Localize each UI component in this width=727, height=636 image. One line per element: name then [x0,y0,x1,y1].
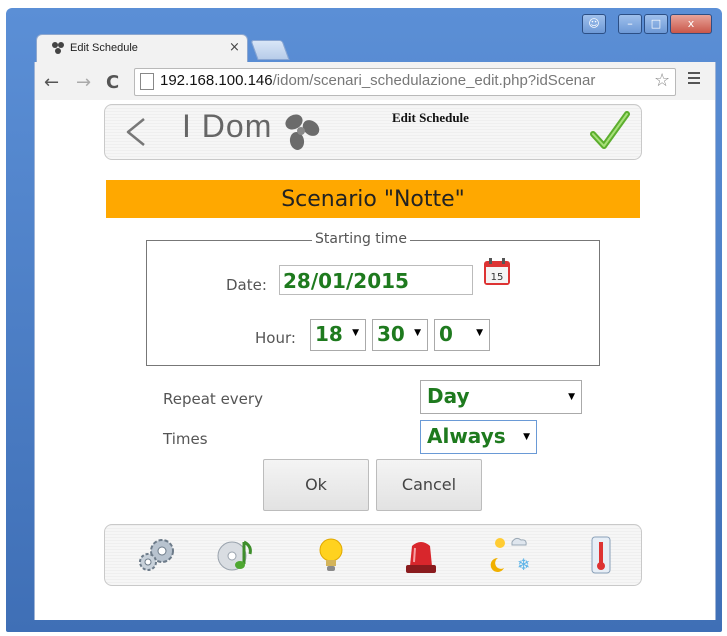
repeat-select[interactable]: Day ▼ [420,380,582,414]
page-title: Edit Schedule [392,110,469,125]
starting-time-legend: Starting time [312,231,410,247]
scenario-banner: Scenario "Notte" [106,180,640,218]
forward-button[interactable]: → [76,72,91,93]
repeat-value: Day [427,384,470,408]
thermometer-icon[interactable] [580,534,622,576]
date-input[interactable]: 28/01/2015 [279,265,473,295]
idom-logo: I Dom [182,108,272,145]
browser-tab[interactable] [36,34,248,63]
gears-icon[interactable] [136,534,178,576]
idom-favicon-icon [52,42,64,54]
ok-button[interactable]: Ok [263,459,369,511]
minute-value: 30 [377,322,405,346]
url-text[interactable]: 192.168.100.146/idom/scenari_schedulazio… [160,72,655,89]
calendar-icon[interactable]: 15 [482,257,512,287]
times-label: Times [163,430,208,448]
dropdown-arrow-icon: ▼ [523,432,530,442]
page-icon [140,73,154,90]
new-tab-button[interactable] [250,40,290,60]
date-label: Date: [226,276,267,294]
scenario-title: Scenario "Notte" [281,187,465,212]
dropdown-arrow-icon: ▼ [414,328,421,338]
alarm-siren-icon[interactable] [400,534,442,576]
url-path: /idom/scenari_schedulazione_edit.php?idS… [272,72,596,89]
dropdown-arrow-icon: ▼ [352,328,359,338]
weather-icon[interactable]: ❄ [490,534,532,576]
times-select[interactable]: Always ▼ [420,420,537,454]
tab-close-icon[interactable]: × [229,40,240,55]
back-arrow-icon[interactable] [124,116,148,148]
minute-select[interactable]: 30 ▼ [372,319,428,351]
maximize-button[interactable]: □ [644,14,668,34]
minimize-button[interactable]: – [618,14,642,34]
reload-button[interactable]: C [106,72,119,93]
svg-text:❄: ❄ [517,555,530,574]
dropdown-arrow-icon: ▼ [568,392,575,402]
user-profile-button[interactable]: ☺ [582,14,606,34]
second-select[interactable]: 0 ▼ [434,319,490,351]
confirm-check-icon[interactable] [590,110,630,152]
logo-fan-icon [285,114,320,150]
bookmark-star-icon[interactable]: ☆ [654,70,670,91]
menu-icon[interactable] [688,72,700,87]
hour-label: Hour: [255,329,296,347]
close-window-button[interactable]: x [670,14,712,34]
tab-title: Edit Schedule [70,42,138,54]
dropdown-arrow-icon: ▼ [476,328,483,338]
back-button[interactable]: ← [44,72,59,93]
repeat-label: Repeat every [163,390,263,408]
second-value: 0 [439,322,453,346]
times-value: Always [427,424,506,448]
hour-select[interactable]: 18 ▼ [310,319,366,351]
footer-toolbar [104,524,642,586]
svg-text:15: 15 [491,272,504,283]
url-host: 192.168.100.146 [160,72,273,89]
hour-value: 18 [315,322,343,346]
lightbulb-icon[interactable] [310,534,352,576]
logo-text: I Dom [182,108,273,144]
cancel-button[interactable]: Cancel [376,459,482,511]
music-icon[interactable] [216,534,258,576]
